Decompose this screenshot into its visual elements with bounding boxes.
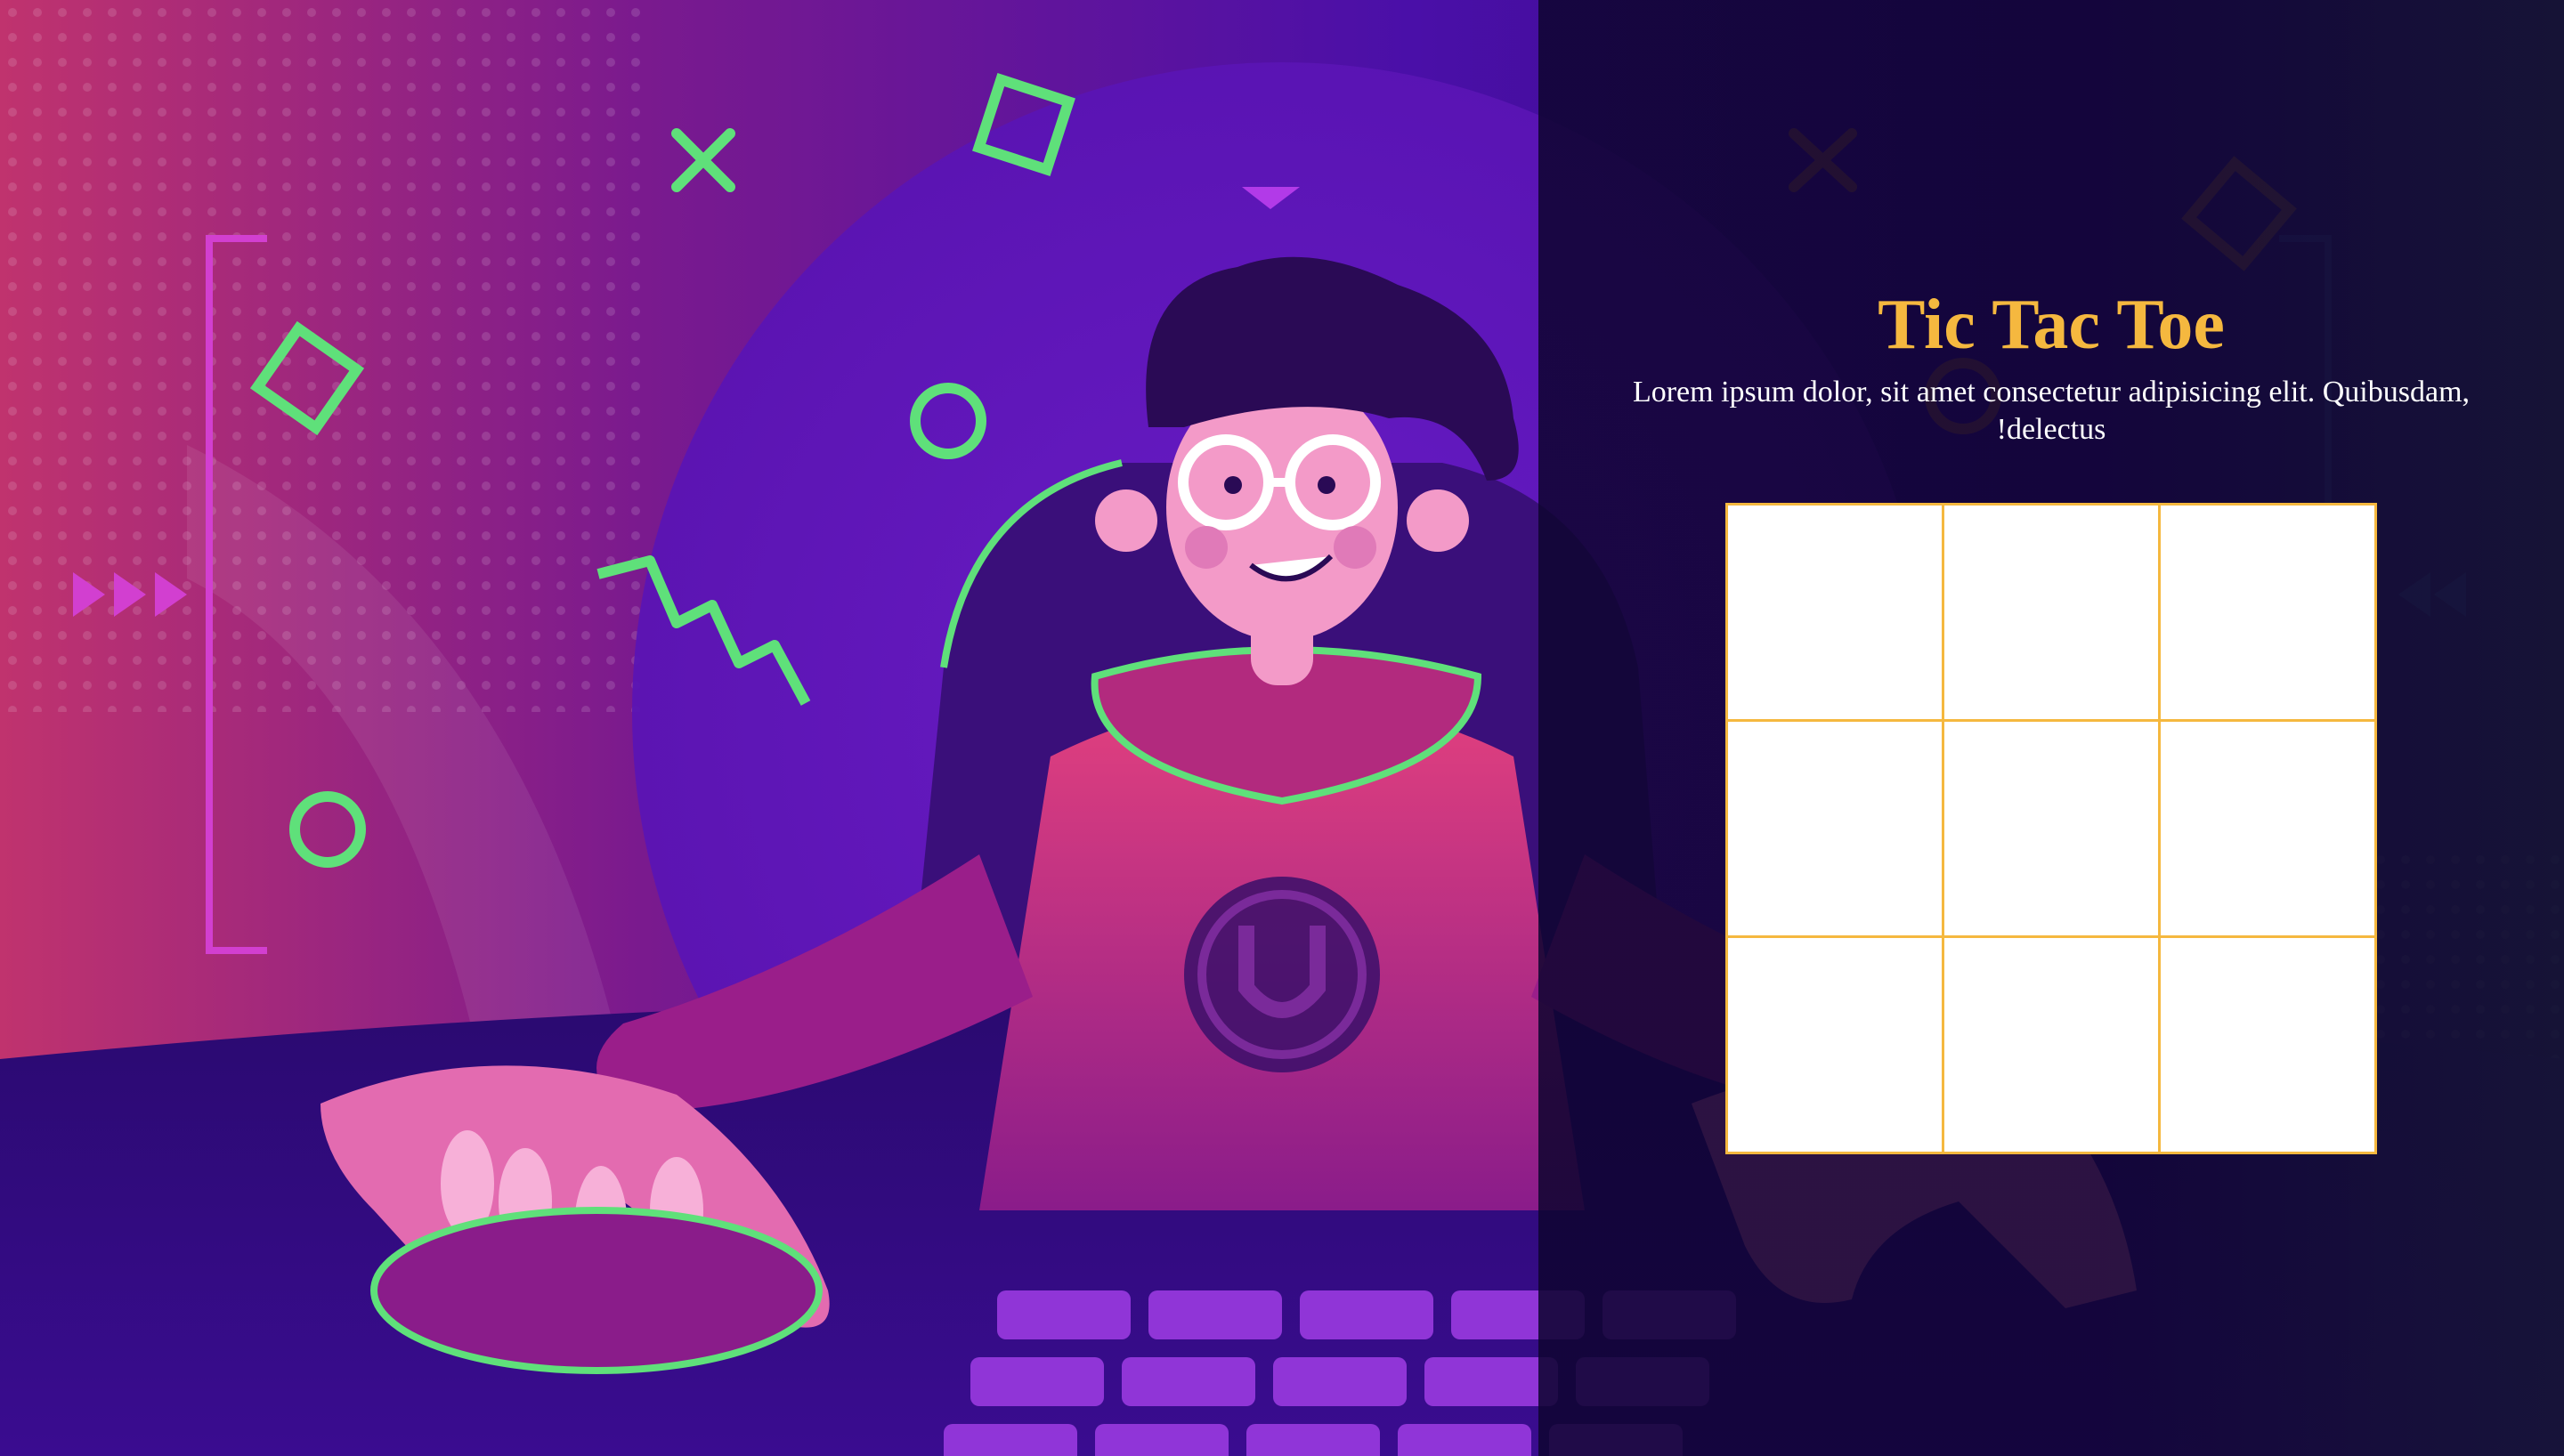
board-cell-2[interactable] — [1944, 506, 2158, 719]
game-title: Tic Tac Toe — [1878, 286, 2225, 364]
board-cell-9[interactable] — [2161, 938, 2374, 1152]
board-cell-6[interactable] — [2161, 722, 2374, 935]
tic-tac-toe-board — [1725, 503, 2377, 1154]
board-cell-5[interactable] — [1944, 722, 2158, 935]
game-screen: Tic Tac Toe Lorem ipsum dolor, sit amet … — [0, 0, 2564, 1456]
game-panel: Tic Tac Toe Lorem ipsum dolor, sit amet … — [1538, 0, 2564, 1456]
board-cell-8[interactable] — [1944, 938, 2158, 1152]
board-cell-1[interactable] — [1728, 506, 1942, 719]
board-cell-7[interactable] — [1728, 938, 1942, 1152]
game-subtitle: Lorem ipsum dolor, sit amet consectetur … — [1632, 376, 2471, 446]
board-cell-4[interactable] — [1728, 722, 1942, 935]
board-cell-3[interactable] — [2161, 506, 2374, 719]
